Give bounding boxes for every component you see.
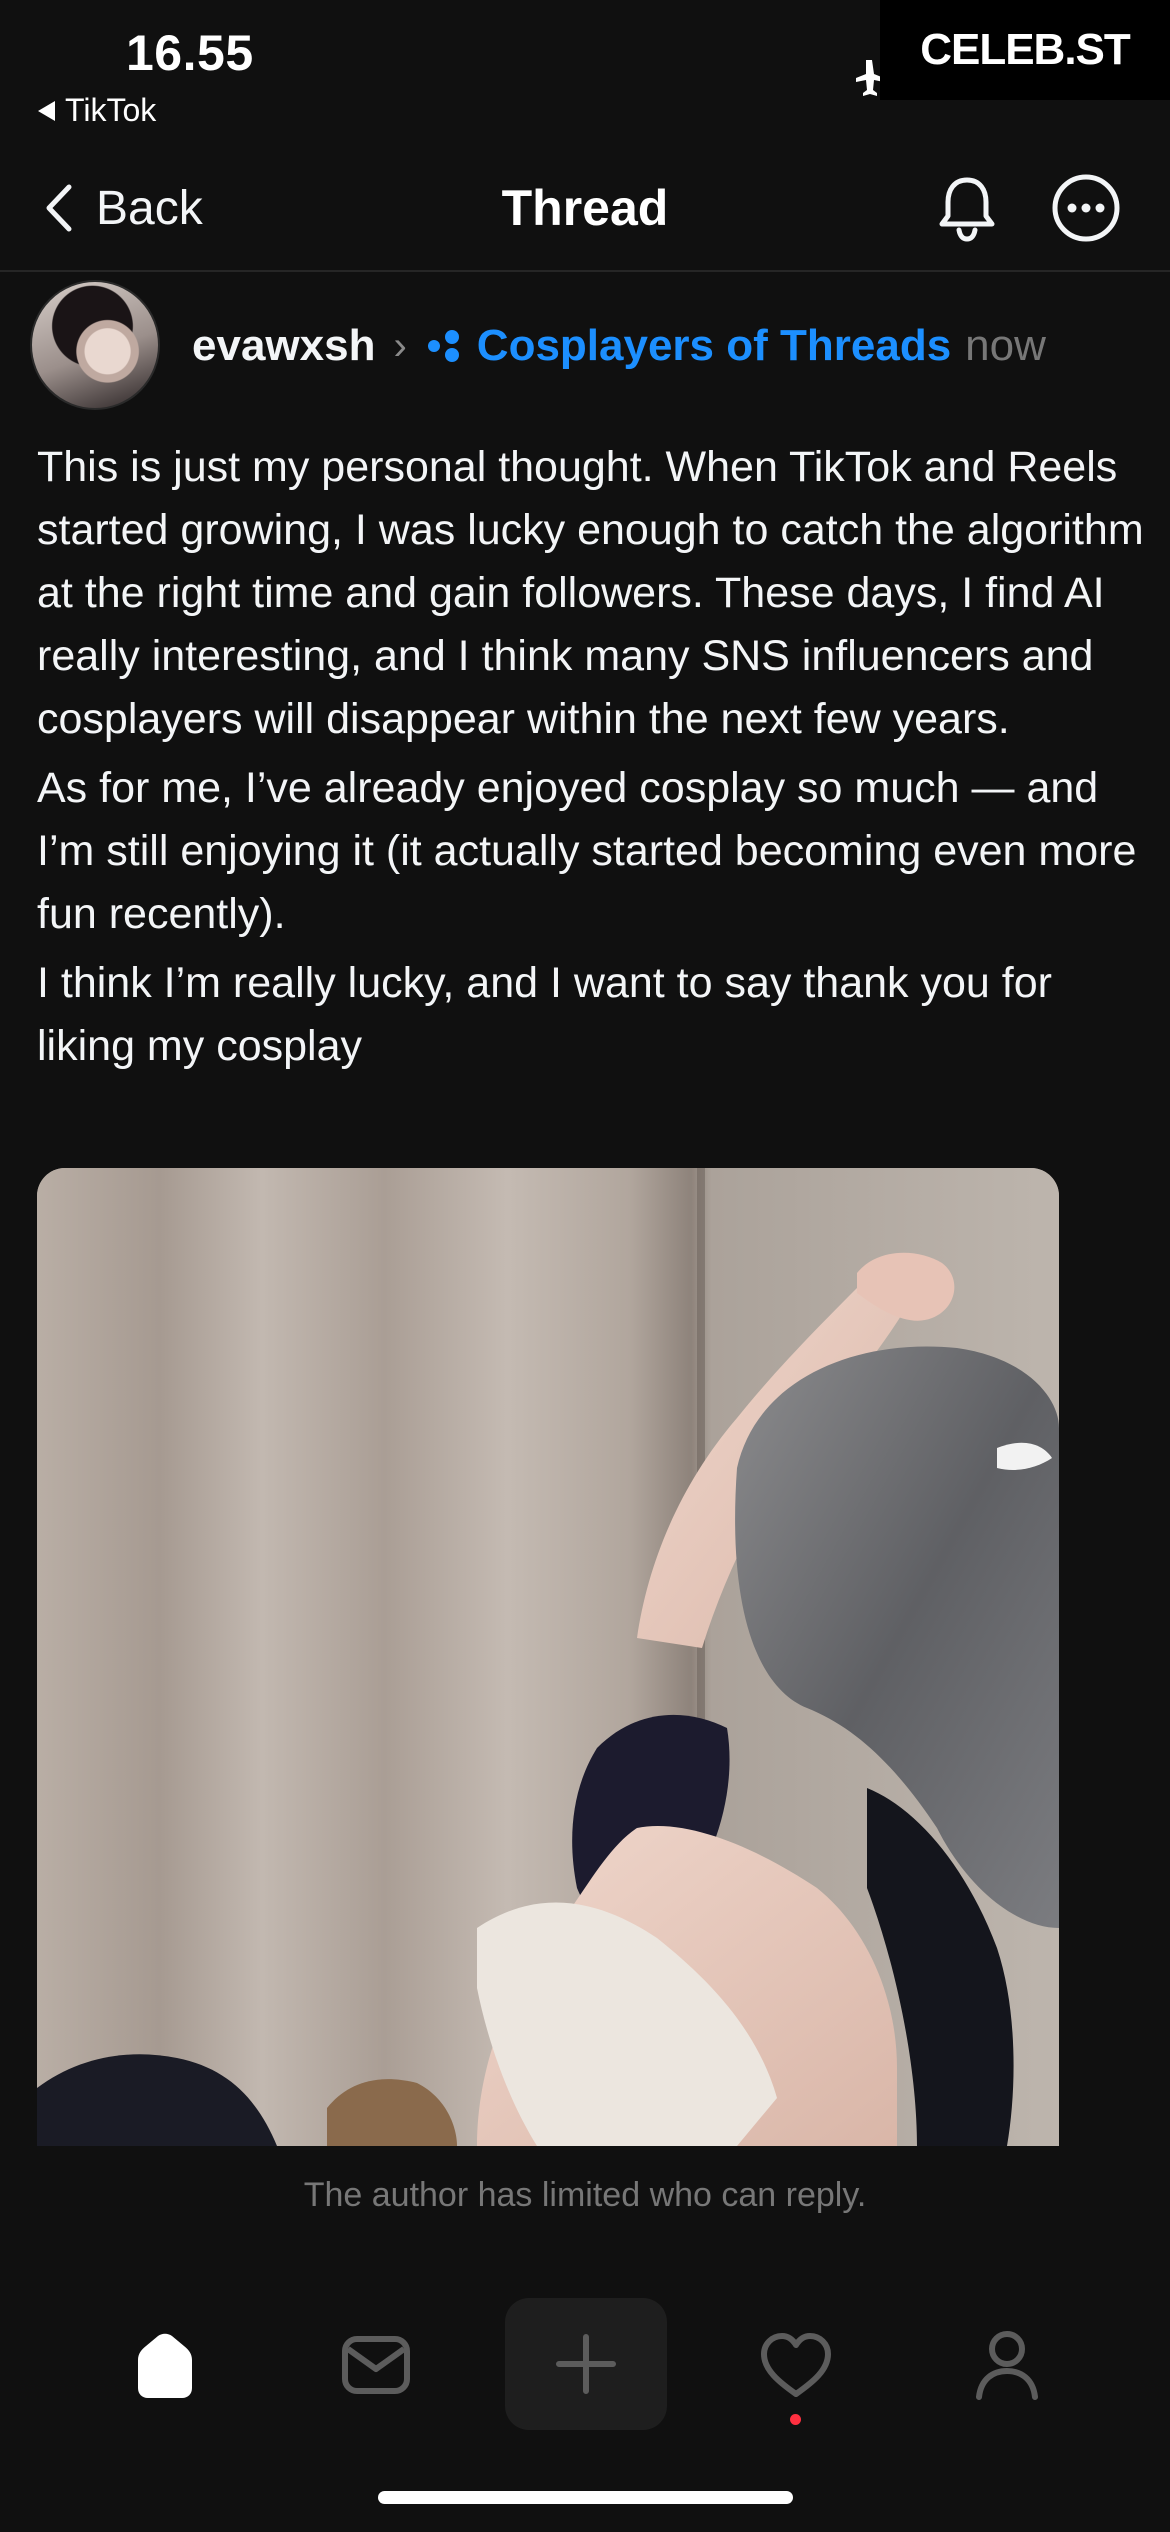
post-image[interactable] xyxy=(37,1168,1059,2146)
post-paragraph: This is just my personal thought. When T… xyxy=(37,443,1144,743)
bell-icon[interactable] xyxy=(932,172,1002,244)
post-meta: evawxsh › Cosplayers of Threads now xyxy=(192,318,1046,374)
tab-inbox[interactable] xyxy=(331,2320,421,2410)
tab-compose[interactable] xyxy=(505,2298,667,2430)
back-button-label: Back xyxy=(96,181,203,235)
author-avatar[interactable] xyxy=(30,280,160,410)
post-timestamp: now xyxy=(965,321,1046,370)
activity-badge-dot xyxy=(790,2414,801,2425)
nav-divider xyxy=(0,270,1170,272)
back-to-app-label: TikTok xyxy=(65,92,157,128)
community-icon xyxy=(427,330,459,362)
post-body: This is just my personal thought. When T… xyxy=(37,436,1147,1084)
author-username[interactable]: evawxsh xyxy=(192,321,375,371)
heart-icon xyxy=(761,2333,831,2397)
home-icon xyxy=(138,2333,192,2398)
post-image-graphic xyxy=(37,1168,1059,2146)
tab-activity[interactable] xyxy=(751,2320,841,2410)
chevron-right-icon: › xyxy=(393,323,407,368)
more-options-icon[interactable] xyxy=(1050,172,1122,244)
watermark-logo: CELEB.ST xyxy=(880,0,1170,100)
community-link[interactable]: Cosplayers of Threads xyxy=(477,321,951,371)
inbox-icon xyxy=(342,2336,410,2394)
post-paragraph: As for me, I’ve already enjoyed cosplay … xyxy=(37,764,1137,938)
back-to-app-link[interactable]: TikTok xyxy=(38,92,156,129)
chevron-left-icon xyxy=(46,184,72,232)
compose-icon xyxy=(556,2334,616,2394)
back-button[interactable]: Back xyxy=(44,176,203,240)
post-paragraph: I think I’m really lucky, and I want to … xyxy=(37,959,1052,1070)
tab-profile[interactable] xyxy=(962,2320,1052,2410)
reply-limit-notice: The author has limited who can reply. xyxy=(303,2176,867,2214)
back-triangle-icon xyxy=(38,100,55,121)
home-indicator[interactable] xyxy=(378,2491,793,2504)
tab-home[interactable] xyxy=(120,2320,210,2410)
profile-icon xyxy=(976,2331,1038,2400)
status-time: 16.55 xyxy=(126,25,254,81)
